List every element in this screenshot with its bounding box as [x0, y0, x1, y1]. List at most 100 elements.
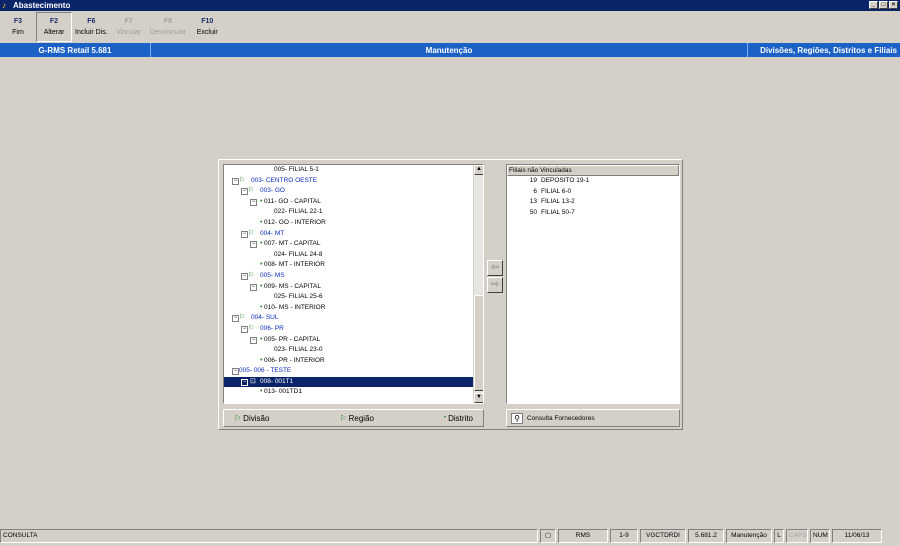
- divisao-button[interactable]: ⚐ Divisão: [234, 414, 269, 423]
- collapse-toggle[interactable]: −: [241, 230, 248, 238]
- tree-node-label: 003- GO: [260, 187, 285, 195]
- unlinked-branches-list[interactable]: Filiais não Vinculadas 19 DEPOSITO 19-1 6 F…: [506, 164, 680, 404]
- list-item[interactable]: 50 FILIAL 50-7: [507, 208, 679, 219]
- list-item[interactable]: 19 DEPOSITO 19-1: [507, 176, 679, 187]
- distrito-icon: •: [260, 261, 263, 269]
- move-right-button[interactable]: ⇨: [487, 277, 503, 293]
- tree-node-label: 004- SUL: [251, 314, 279, 322]
- collapse-toggle[interactable]: −: [241, 272, 248, 280]
- collapse-toggle[interactable]: −: [241, 188, 248, 196]
- distrito-button[interactable]: • Distrito: [444, 414, 473, 423]
- distrito-icon: •: [260, 218, 263, 226]
- regiao-icon: ⚐: [248, 324, 255, 332]
- tree-node[interactable]: − ⚐ 004- SUL: [224, 313, 474, 324]
- status-version: 5.681.2: [688, 529, 724, 543]
- tree-node[interactable]: − ⚐ 005- MS: [224, 271, 474, 282]
- tree-node[interactable]: − ⊡ 008- 001T1: [224, 376, 474, 388]
- close-button[interactable]: ×: [889, 1, 898, 9]
- collapse-toggle[interactable]: −: [232, 315, 239, 323]
- mode-title: Manutenção: [151, 43, 748, 57]
- tree-node[interactable]: − • 005- PR - CAPITAL: [224, 335, 474, 346]
- status-date: 11/06/13: [832, 529, 882, 543]
- tree-node[interactable]: • 008- MT - INTERIOR: [224, 260, 474, 271]
- tree-node-label: 022- FILIAL 22-1: [274, 208, 323, 216]
- list-rows: 19 DEPOSITO 19-1 6 FILIAL 6-0 13 FILIAL 13-2 5…: [507, 176, 679, 218]
- tree-node[interactable]: − ⚐ 006- PR: [224, 324, 474, 335]
- fim-button[interactable]: F3 Fim: [0, 12, 36, 42]
- status-bar: CONSULTA ▢ RMS 1-9 VGCTDRDI 5.681.2 Manu…: [0, 529, 900, 544]
- status-mode: CONSULTA: [0, 529, 538, 543]
- regiao-label: Região: [348, 413, 374, 423]
- tree-node-label: 003- CENTRO OESTE: [251, 176, 318, 184]
- tree-node-label: 012- GO - INTERIOR: [264, 218, 326, 226]
- tree-node[interactable]: • 010- MS - INTERIOR: [224, 303, 474, 314]
- tree-node-label: 007- MT - CAPITAL: [264, 240, 321, 248]
- status-screen: Manutenção: [726, 529, 772, 543]
- tree-node[interactable]: − ⚐ 004- MT: [224, 229, 474, 240]
- collapse-toggle[interactable]: −: [241, 378, 248, 386]
- scroll-down-button[interactable]: ▼: [474, 393, 483, 403]
- divisao-label: Divisão: [243, 413, 270, 423]
- collapse-toggle[interactable]: −: [232, 368, 239, 376]
- binoculars-icon: ⚲: [511, 412, 523, 424]
- tree-node[interactable]: − • 009- MS - CAPITAL: [224, 282, 474, 293]
- alterar-button[interactable]: F2 Alterar: [36, 12, 72, 42]
- window-title: Abastecimento: [13, 1, 71, 10]
- distrito-icon: •: [260, 388, 263, 396]
- tree-node[interactable]: 005- FILIAL 5-1: [224, 165, 474, 176]
- tree-node[interactable]: 023- FILIAL 23-0: [224, 345, 474, 356]
- desvincular-button[interactable]: F8 Desvincular: [147, 12, 190, 42]
- hierarchy-tree[interactable]: 005- FILIAL 5-1− ⚐ 003- CENTRO OESTE − ⚐ 003-…: [223, 164, 484, 404]
- tree-node-label: 025- FILIAL 25-6: [274, 293, 323, 301]
- tree-node-label: 006- PR: [260, 324, 284, 332]
- consulta-fornecedores-button[interactable]: ⚲ Consulta Fornecedores: [506, 409, 680, 427]
- tree-node[interactable]: 024- FILIAL 24-8: [224, 250, 474, 261]
- tree-node[interactable]: − • 011- GO - CAPITAL: [224, 197, 474, 208]
- key-label: F2: [49, 18, 59, 25]
- tree-node[interactable]: • 012- GO - INTERIOR: [224, 218, 474, 229]
- distrito-icon: •: [260, 303, 263, 311]
- button-label: Fim: [12, 29, 24, 36]
- collapse-toggle[interactable]: −: [250, 241, 257, 249]
- divisao-icon: ⚐: [239, 176, 246, 184]
- branch-name: FILIAL 50-7: [541, 208, 575, 216]
- tree-node[interactable]: 022- FILIAL 22-1: [224, 207, 474, 218]
- collapse-toggle[interactable]: −: [250, 198, 257, 206]
- tree-node[interactable]: − • 007- MT - CAPITAL: [224, 239, 474, 250]
- collapse-toggle[interactable]: −: [250, 336, 257, 344]
- key-label: F7: [124, 18, 133, 25]
- tree-node[interactable]: • 013- 001TD1: [224, 387, 474, 398]
- scroll-thumb[interactable]: [474, 295, 483, 391]
- list-item[interactable]: 13 FILIAL 13-2: [507, 197, 679, 208]
- tree-node[interactable]: − ⚐ 003- CENTRO OESTE: [224, 176, 474, 187]
- tree-node[interactable]: − ⚐ 003- GO: [224, 186, 474, 197]
- move-left-button[interactable]: ⇦: [487, 260, 503, 276]
- tree-node[interactable]: −⚐005- 006 - TESTE: [224, 366, 474, 377]
- incluir-dis-button[interactable]: F6 Incluir Dis.: [72, 12, 111, 42]
- maximize-button[interactable]: □: [879, 1, 888, 9]
- collapse-toggle[interactable]: −: [241, 325, 248, 333]
- button-label: Incluir Dis.: [75, 29, 108, 36]
- scroll-up-button[interactable]: ▲: [474, 165, 483, 175]
- button-label: Desvincular: [149, 29, 187, 36]
- regiao-icon: ⚐: [339, 413, 347, 423]
- list-item[interactable]: 6 FILIAL 6-0: [507, 187, 679, 198]
- branch-number: 19: [529, 177, 537, 184]
- tree-node[interactable]: • 006- PR - INTERIOR: [224, 356, 474, 367]
- status-l: L: [774, 529, 784, 543]
- header-strip: G-RMS Retail 5.681 Manutenção Divisões, …: [0, 43, 900, 57]
- collapse-toggle[interactable]: −: [250, 283, 257, 291]
- collapse-toggle[interactable]: −: [232, 177, 239, 185]
- regiao-button[interactable]: ⚐ Região: [339, 414, 374, 423]
- tree-node-label: 013- 001TD1: [264, 388, 302, 396]
- button-label: Vincular: [116, 29, 142, 36]
- vincular-button[interactable]: F7 Vincular: [111, 12, 147, 42]
- tree-scrollbar[interactable]: ▲ ▼: [473, 165, 483, 403]
- distrito-icon: •: [260, 240, 263, 248]
- minimize-button[interactable]: _: [869, 1, 878, 9]
- tree-node-label: 006- PR - INTERIOR: [264, 356, 325, 364]
- distrito-icon: •: [260, 282, 263, 290]
- distrito-icon: •: [444, 415, 447, 421]
- excluir-button[interactable]: F10 Excluir: [189, 12, 225, 42]
- tree-node[interactable]: 025- FILIAL 25-6: [224, 292, 474, 303]
